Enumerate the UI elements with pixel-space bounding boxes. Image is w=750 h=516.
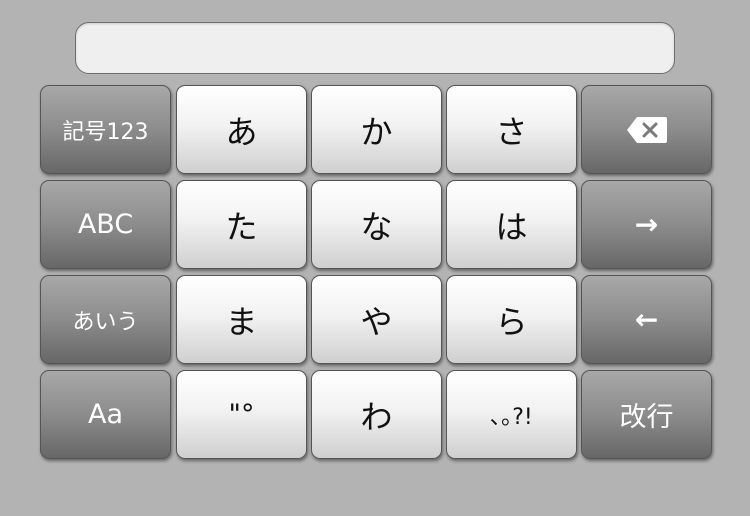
text-input-field[interactable] — [75, 22, 675, 74]
hiragana-mode-key[interactable]: あいう — [40, 275, 171, 364]
enter-key[interactable]: 改行 — [581, 370, 712, 459]
kana-key-ka[interactable]: か — [311, 85, 442, 174]
punctuation-key[interactable]: ､｡?! — [446, 370, 577, 459]
alphabet-mode-key[interactable]: ABC — [40, 180, 171, 269]
cursor-right-key[interactable]: → — [581, 180, 712, 269]
kana-key-ya[interactable]: や — [311, 275, 442, 364]
symbols-numbers-mode-key[interactable]: 記号123 — [40, 85, 171, 174]
kana-key-wa[interactable]: わ — [311, 370, 442, 459]
kana-key-ta[interactable]: た — [176, 180, 307, 269]
kana-key-ra[interactable]: ら — [446, 275, 577, 364]
cursor-left-key[interactable]: ← — [581, 275, 712, 364]
dakuten-handakuten-key[interactable]: "° — [176, 370, 307, 459]
kana-key-ha[interactable]: は — [446, 180, 577, 269]
kana-key-na[interactable]: な — [311, 180, 442, 269]
backspace-icon — [626, 116, 667, 143]
backspace-key[interactable] — [581, 85, 712, 174]
kana-key-a[interactable]: あ — [176, 85, 307, 174]
kana-key-ma[interactable]: ま — [176, 275, 307, 364]
kana-key-sa[interactable]: さ — [446, 85, 577, 174]
case-toggle-key[interactable]: Aa — [40, 370, 171, 459]
kana-flick-keyboard: 記号123 あ か さ ABC た な は → あいう ま や ら ← Aa "… — [40, 85, 712, 461]
